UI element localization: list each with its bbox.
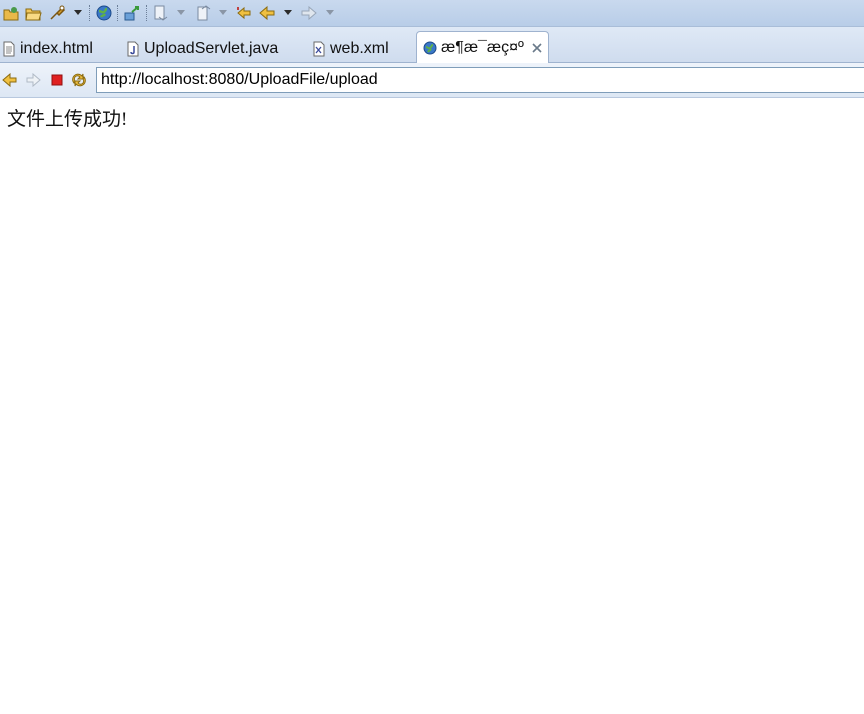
open-folder-icon[interactable] — [24, 4, 42, 22]
stop-icon[interactable] — [49, 72, 65, 88]
tab-label: æ¶æ¯æç¤º — [441, 38, 524, 56]
deploy-icon[interactable] — [123, 4, 141, 22]
back-dropdown-icon[interactable] — [284, 10, 292, 15]
open-project-icon[interactable] — [2, 4, 20, 22]
editor-tab-strip: index.html UploadServlet.java web.xml æ¶… — [0, 27, 864, 63]
main-toolbar — [0, 0, 864, 27]
tab-label: UploadServlet.java — [144, 39, 279, 57]
last-edit-icon[interactable] — [235, 4, 253, 22]
html-file-icon — [2, 41, 16, 57]
back-icon[interactable] — [258, 4, 276, 22]
back-icon[interactable] — [2, 72, 18, 88]
toolbar-separator — [146, 5, 148, 21]
tab-label: index.html — [20, 39, 93, 57]
next-annotation-dropdown-icon[interactable] — [177, 10, 185, 15]
globe-icon — [423, 40, 437, 56]
toolbar-separator — [117, 5, 119, 21]
tab-label: web.xml — [330, 39, 389, 57]
browser-nav-bar: http://localhost:8080/UploadFile/upload — [0, 63, 864, 98]
web-browser-icon[interactable] — [95, 4, 113, 22]
refresh-icon[interactable] — [71, 72, 87, 88]
run-icon[interactable] — [48, 4, 66, 22]
tab-index-html[interactable]: index.html — [2, 35, 93, 62]
close-icon[interactable] — [532, 42, 542, 53]
tab-browser-page[interactable]: æ¶æ¯æç¤º — [416, 31, 549, 63]
tab-uploadservlet-java[interactable]: UploadServlet.java — [126, 35, 278, 62]
run-dropdown-icon[interactable] — [74, 10, 82, 15]
tab-web-xml[interactable]: web.xml — [312, 35, 389, 62]
next-annotation-icon[interactable] — [152, 4, 170, 22]
upload-success-message: 文件上传成功! — [7, 109, 128, 130]
prev-annotation-icon[interactable] — [195, 4, 213, 22]
forward-icon[interactable] — [300, 4, 318, 22]
forward-icon[interactable] — [25, 72, 41, 88]
forward-dropdown-icon[interactable] — [326, 10, 334, 15]
xml-file-icon — [312, 41, 326, 57]
java-file-icon — [126, 41, 140, 57]
prev-annotation-dropdown-icon[interactable] — [219, 10, 227, 15]
url-input[interactable]: http://localhost:8080/UploadFile/upload — [96, 67, 864, 93]
toolbar-separator — [89, 5, 91, 21]
